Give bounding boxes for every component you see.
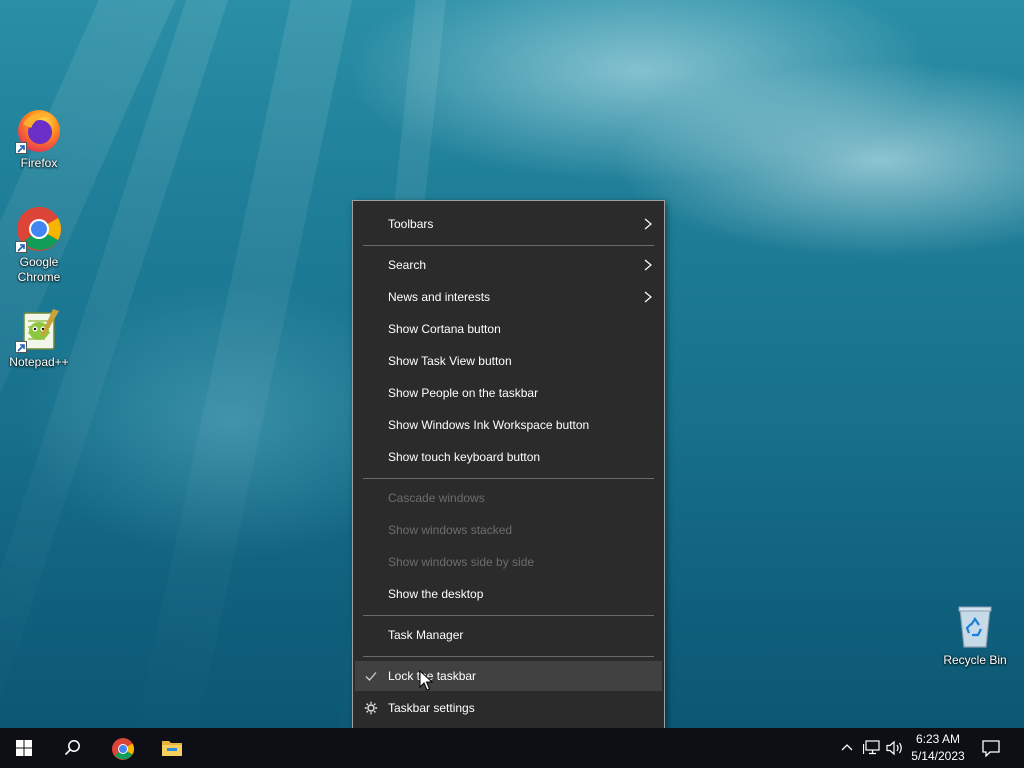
- clock-date: 5/14/2023: [911, 749, 965, 763]
- taskbar-search-button[interactable]: [48, 728, 96, 768]
- shortcut-arrow-icon: [15, 241, 27, 253]
- taskbar-file-explorer-button[interactable]: [148, 728, 196, 768]
- desktop-icon-label: Recycle Bin: [943, 653, 1007, 667]
- menu-item-label: Task Manager: [388, 628, 464, 642]
- menu-item-label: News and interests: [388, 290, 491, 304]
- desktop-icon-label: Notepad++: [9, 355, 69, 369]
- chrome-icon: [15, 205, 63, 253]
- network-button[interactable]: [860, 728, 882, 768]
- volume-icon: [886, 740, 902, 756]
- menu-item-task-manager[interactable]: Task Manager: [355, 620, 662, 650]
- menu-item-show-windows-stacked: Show windows stacked: [355, 515, 662, 545]
- notifications-icon: [982, 740, 1000, 757]
- desktop-icon-firefox[interactable]: Firefox: [1, 106, 77, 171]
- menu-separator: [363, 245, 654, 246]
- menu-item-label: Show the desktop: [388, 587, 484, 601]
- action-center-button[interactable]: [976, 728, 1006, 768]
- gear-icon: [364, 701, 378, 715]
- desktop-icon-label: Firefox: [20, 156, 58, 170]
- menu-separator: [363, 656, 654, 657]
- show-hidden-icons-button[interactable]: [837, 728, 857, 768]
- menu-item-show-people-on-taskbar[interactable]: Show People on the taskbar: [355, 378, 662, 408]
- chevron-right-icon: [644, 291, 652, 303]
- chevron-up-icon: [841, 744, 853, 751]
- taskbar-context-menu: Toolbars Search News and interests Show …: [352, 200, 665, 734]
- checkmark-icon: [365, 672, 377, 681]
- chevron-right-icon: [644, 259, 652, 271]
- menu-item-label: Show windows stacked: [388, 523, 513, 537]
- chevron-right-icon: [644, 218, 652, 230]
- recycle-bin-icon: [951, 603, 999, 651]
- menu-separator: [363, 478, 654, 479]
- volume-button[interactable]: [884, 728, 906, 768]
- shortcut-arrow-icon: [15, 341, 27, 353]
- menu-item-show-cortana-button[interactable]: Show Cortana button: [355, 314, 662, 344]
- desktop-icon-notepad-plus-plus[interactable]: Notepad++: [1, 305, 77, 370]
- desktop-icon-recycle-bin[interactable]: Recycle Bin: [937, 603, 1013, 668]
- menu-item-taskbar-settings[interactable]: Taskbar settings: [355, 693, 662, 723]
- menu-item-label: Toolbars: [388, 217, 434, 231]
- taskbar-clock[interactable]: 6:23 AM 5/14/2023: [908, 731, 968, 765]
- menu-item-label: Taskbar settings: [388, 701, 475, 715]
- menu-item-show-task-view-button[interactable]: Show Task View button: [355, 346, 662, 376]
- menu-item-show-windows-side-by-side: Show windows side by side: [355, 547, 662, 577]
- menu-item-label: Show Cortana button: [388, 322, 501, 336]
- taskbar[interactable]: 6:23 AM 5/14/2023: [0, 728, 1024, 768]
- network-icon: [863, 740, 880, 755]
- chrome-icon: [112, 738, 134, 760]
- start-button[interactable]: [0, 728, 48, 768]
- menu-item-news-and-interests[interactable]: News and interests: [355, 282, 662, 312]
- menu-item-search[interactable]: Search: [355, 250, 662, 280]
- menu-item-label: Show touch keyboard button: [388, 450, 541, 464]
- menu-item-label: Show windows side by side: [388, 555, 535, 569]
- menu-item-cascade-windows: Cascade windows: [355, 483, 662, 513]
- menu-item-label: Show Task View button: [388, 354, 512, 368]
- menu-item-label: Show People on the taskbar: [388, 386, 539, 400]
- menu-item-lock-the-taskbar[interactable]: Lock the taskbar: [355, 661, 662, 691]
- desktop-icon-google-chrome[interactable]: Google Chrome: [1, 205, 77, 285]
- search-icon: [64, 740, 80, 756]
- desktop-icon-label: Google Chrome: [17, 255, 61, 284]
- menu-item-toolbars[interactable]: Toolbars: [355, 209, 662, 239]
- menu-item-label: Show Windows Ink Workspace button: [388, 418, 590, 432]
- taskbar-chrome-button[interactable]: [99, 728, 147, 768]
- menu-item-label: Cascade windows: [388, 491, 485, 505]
- start-icon: [16, 740, 32, 756]
- file-explorer-icon: [162, 741, 182, 756]
- firefox-icon: [15, 106, 63, 154]
- mouse-cursor-icon: [419, 670, 433, 691]
- menu-item-show-windows-ink-workspace-button[interactable]: Show Windows Ink Workspace button: [355, 410, 662, 440]
- clock-time: 6:23 AM: [915, 732, 961, 746]
- menu-item-label: Search: [388, 258, 427, 272]
- shortcut-arrow-icon: [15, 142, 27, 154]
- menu-separator: [363, 615, 654, 616]
- notepad-plus-plus-icon: [15, 305, 63, 353]
- menu-item-show-touch-keyboard-button[interactable]: Show touch keyboard button: [355, 442, 662, 472]
- menu-item-show-the-desktop[interactable]: Show the desktop: [355, 579, 662, 609]
